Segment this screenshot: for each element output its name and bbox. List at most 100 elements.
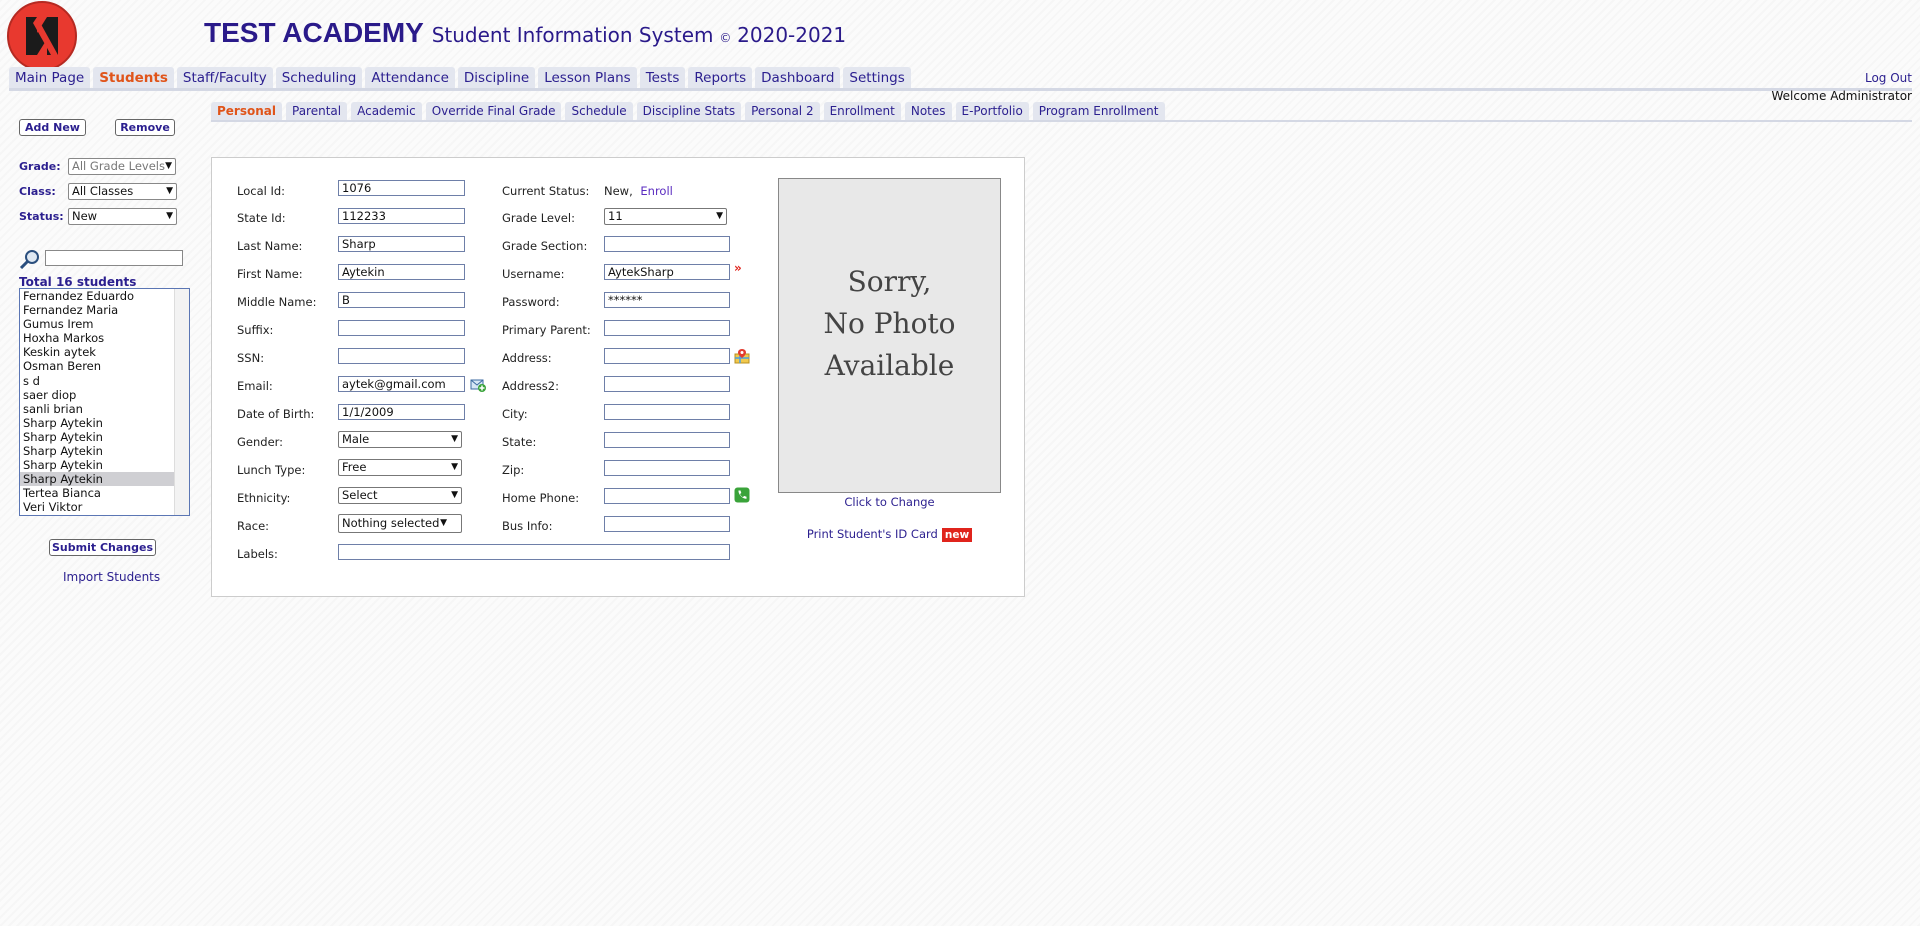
class-filter-value: All Classes [72,184,134,198]
race-multiselect[interactable]: Nothing selected ▼ [338,514,462,533]
local-id-field[interactable]: 1076 [338,180,465,196]
nav-staff-faculty[interactable]: Staff/Faculty [176,67,273,88]
nav-dashboard[interactable]: Dashboard [755,67,841,88]
tab-academic[interactable]: Academic [351,102,422,120]
labels-field[interactable] [338,544,730,560]
import-students-link[interactable]: Import Students [63,570,160,584]
state-field[interactable] [604,432,730,448]
map-icon[interactable] [734,348,750,364]
tab-e-portfolio[interactable]: E-Portfolio [955,102,1029,120]
student-list-item[interactable]: Fernandez Eduardo [20,289,174,303]
student-list-item[interactable]: Gumus Irem [20,317,174,331]
welcome-text: Welcome Administrator [1771,89,1912,103]
student-list-item[interactable]: Hoxha Markos [20,331,174,345]
nav-tests[interactable]: Tests [639,67,686,88]
student-list-item[interactable]: Sharp Aytekin [20,458,174,472]
state-label: State: [502,435,537,449]
city-field[interactable] [604,404,730,420]
student-list-scrollbar[interactable] [174,289,189,515]
tab-discipline-stats[interactable]: Discipline Stats [636,102,742,120]
print-id-card-link[interactable]: Print Student's ID Card [807,527,938,541]
chevron-down-icon: ▼ [451,490,458,500]
username-label: Username: [502,267,565,281]
username-field[interactable]: AytekSharp [604,264,730,280]
enroll-link[interactable]: Enroll [640,184,672,198]
grade-section-field[interactable] [604,236,730,252]
status-filter-select[interactable]: New ▼ [68,208,177,225]
no-photo-text: Sorry, No Photo Available [823,265,956,382]
student-list-item[interactable]: Sharp Aytekin [20,416,174,430]
state-id-field[interactable]: 112233 [338,208,465,224]
tab-personal-2[interactable]: Personal 2 [745,102,820,120]
ethnicity-label: Ethnicity: [237,491,291,505]
ssn-field[interactable] [338,348,465,364]
middle-name-field[interactable]: B [338,292,465,308]
student-list-item[interactable]: sanli brian [20,402,174,416]
nav-scheduling[interactable]: Scheduling [275,67,363,88]
gender-value: Male [342,432,370,446]
ethnicity-select[interactable]: Select ▼ [338,487,462,504]
tab-personal[interactable]: Personal [211,102,282,120]
bus-info-field[interactable] [604,516,730,532]
address2-field[interactable] [604,376,730,392]
last-name-field[interactable]: Sharp [338,236,465,252]
click-to-change-link[interactable]: Click to Change [778,495,1001,509]
student-list-item[interactable]: Sharp Aytekin [20,444,174,458]
gender-select[interactable]: Male ▼ [338,431,462,448]
first-name-field[interactable]: Aytekin [338,264,465,280]
city-label: City: [502,407,528,421]
student-list-item[interactable]: Sharp Aytekin [20,472,174,487]
student-list-item[interactable]: Osman Beren [20,359,174,373]
gender-label: Gender: [237,435,284,449]
grade-filter-label: Grade: [19,160,61,173]
suffix-label: Suffix: [237,323,274,337]
add-email-icon[interactable] [470,377,486,393]
tab-notes[interactable]: Notes [904,102,952,120]
ssn-label: SSN: [237,351,265,365]
suffix-field[interactable] [338,320,465,336]
tab-enrollment[interactable]: Enrollment [823,102,901,120]
primary-parent-field[interactable] [604,320,730,336]
nav-main-page[interactable]: Main Page [9,67,91,88]
grade-filter-select[interactable]: All Grade Levels ▼ [68,158,176,175]
student-list-item[interactable]: Tertea Bianca [20,486,174,500]
logout-link[interactable]: Log Out [1865,71,1912,85]
system-name: Student Information System [431,23,714,47]
zip-field[interactable] [604,460,730,476]
nav-settings[interactable]: Settings [843,67,911,88]
submit-changes-button[interactable]: Submit Changes [49,539,156,556]
grade-level-select[interactable]: 11 ▼ [604,208,727,225]
search-icon[interactable] [19,249,41,272]
nav-reports[interactable]: Reports [688,67,753,88]
address-field[interactable] [604,348,730,364]
add-new-button[interactable]: Add New [19,119,86,136]
chevron-down-icon: ▼ [166,211,173,221]
nav-lesson-plans[interactable]: Lesson Plans [538,67,637,88]
nav-attendance[interactable]: Attendance [365,67,455,88]
student-list-item[interactable]: Fernandez Maria [20,303,174,317]
tab-program-enrollment[interactable]: Program Enrollment [1032,102,1165,120]
tab-override-final-grade[interactable]: Override Final Grade [425,102,562,120]
student-list-item[interactable]: saer diop [20,388,174,402]
last-name-label: Last Name: [237,239,303,253]
tab-parental[interactable]: Parental [286,102,348,120]
nav-discipline[interactable]: Discipline [457,67,536,88]
password-field[interactable]: ****** [604,292,730,308]
nav-students[interactable]: Students [93,67,174,88]
phone-icon[interactable] [734,487,750,503]
grade-level-label: Grade Level: [502,211,575,225]
class-filter-select[interactable]: All Classes ▼ [68,183,177,200]
remove-button[interactable]: Remove [115,119,175,136]
student-list-item[interactable]: Keskin aytek [20,345,174,359]
student-photo[interactable]: Sorry, No Photo Available [778,178,1001,493]
home-phone-field[interactable] [604,488,730,504]
student-list-item[interactable]: Veri Viktor [20,500,174,514]
tab-schedule[interactable]: Schedule [565,102,633,120]
student-list-item[interactable]: s d [20,374,174,388]
student-list[interactable]: Fernandez Eduardo Fernandez Maria Gumus … [19,288,190,516]
student-list-item[interactable]: Sharp Aytekin [20,430,174,444]
lunch-type-select[interactable]: Free ▼ [338,459,462,476]
date-of-birth-field[interactable]: 1/1/2009 [338,404,465,420]
email-field[interactable]: aytek@gmail.com [338,376,465,392]
student-search-input[interactable] [45,250,183,266]
